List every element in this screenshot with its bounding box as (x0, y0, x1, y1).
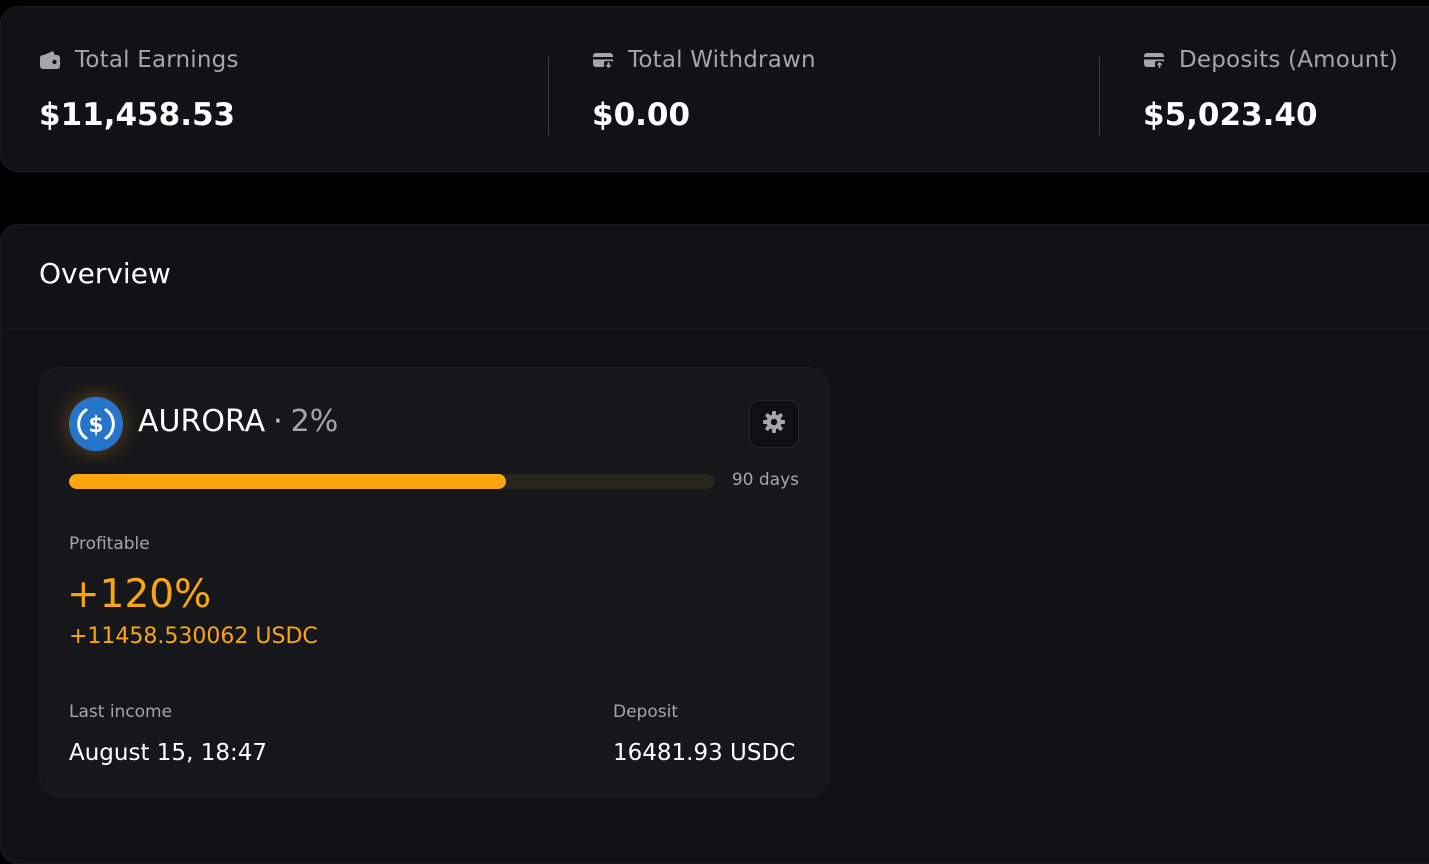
overview-divider (1, 329, 1429, 330)
stat-value: $0.00 (592, 97, 691, 133)
plan-duration: 90 days (731, 470, 799, 490)
card-withdraw-icon (592, 49, 614, 71)
plan-rate: 2% (290, 404, 339, 439)
overview-title: Overview (39, 257, 171, 290)
svg-text:$: $ (88, 413, 103, 438)
usdc-icon: $ (69, 397, 123, 451)
plan-name: AURORA (138, 404, 266, 439)
deposit-label: Deposit (613, 702, 678, 722)
stat-label: Deposits (Amount) (1179, 47, 1398, 73)
stat-label: Total Withdrawn (628, 47, 816, 73)
settings-button[interactable] (749, 400, 799, 448)
deposit-value: 16481.93 USDC (613, 740, 796, 766)
stat-value: $11,458.53 (39, 97, 236, 133)
stats-panel: Total Earnings $11,458.53 Total Withdraw… (0, 6, 1429, 172)
card-deposit-icon (1143, 49, 1165, 71)
plan-progress-bar (69, 474, 715, 489)
gear-icon (762, 410, 786, 438)
plan-progress-fill (69, 474, 507, 489)
wallet-icon (39, 49, 61, 71)
plan-header: AURORA · 2% (138, 404, 338, 439)
stat-divider (548, 57, 549, 135)
plan-separator: · (273, 404, 283, 439)
stat-label: Total Earnings (75, 47, 239, 73)
profit-amount: +11458.530062 USDC (69, 624, 318, 649)
stat-divider (1099, 57, 1100, 135)
stat-value: $5,023.40 (1143, 97, 1318, 133)
profit-percent: +120% (67, 572, 212, 617)
last-income-value: August 15, 18:47 (69, 740, 267, 766)
profitable-label: Profitable (69, 534, 150, 554)
plan-card[interactable]: $ AURORA · 2% 90 days Profitable +120% +… (39, 367, 829, 797)
last-income-label: Last income (69, 702, 173, 722)
overview-panel: Overview $ AURORA · 2% 90 days Profitabl… (0, 224, 1429, 864)
